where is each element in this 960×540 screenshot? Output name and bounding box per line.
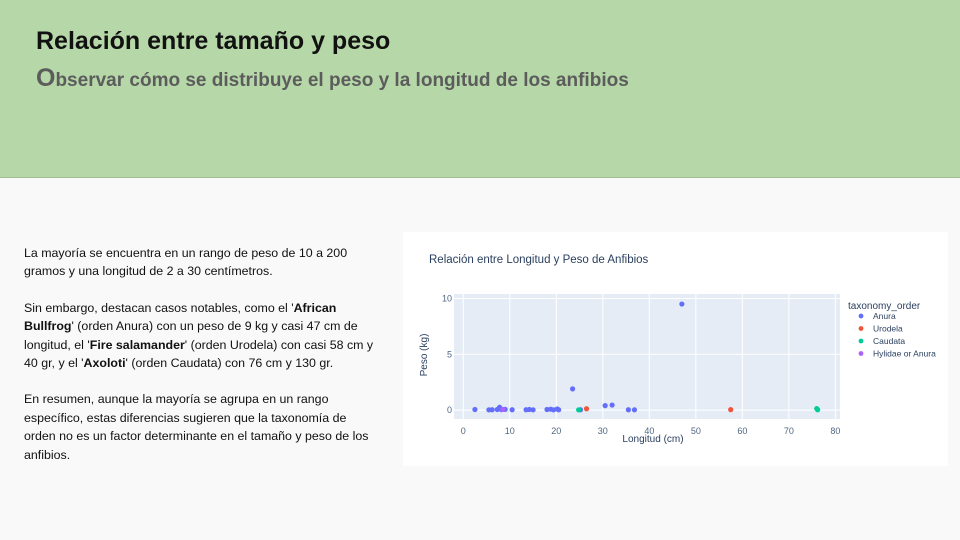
x-tick-label: 20	[551, 426, 561, 436]
plot-area	[454, 294, 840, 419]
point-anura	[625, 407, 631, 413]
point-urodela	[583, 406, 590, 412]
y-tick-label: 0	[447, 405, 452, 415]
y-tick-labels: 0 5 10	[442, 293, 452, 415]
subtitle-text: bservar cómo se distribuye el peso y la …	[55, 70, 629, 91]
p2-text-g: ' (orden Caudata) con 76 cm y 130 gr.	[125, 356, 334, 371]
legend: taxonomy_order AnuraUrodelaCaudataHylida…	[848, 301, 936, 359]
y-tick-label: 10	[442, 293, 452, 303]
point-urodela	[728, 407, 734, 413]
point-anura	[509, 407, 515, 413]
x-tick-label: 80	[830, 426, 840, 436]
x-axis-label: Longitud (cm)	[622, 434, 683, 445]
body-text: La mayoría se encuentra en un rango de p…	[24, 244, 376, 482]
slide: Relación entre tamaño y peso Observar có…	[0, 0, 960, 540]
paragraph-1: La mayoría se encuentra en un rango de p…	[24, 246, 348, 279]
legend-label-caudata: Caudata	[873, 336, 905, 346]
point-anura	[569, 386, 576, 392]
x-tick-label: 0	[461, 426, 466, 436]
legend-marker-caudata	[858, 338, 864, 344]
p2-bold-axoloti: Axoloti	[83, 356, 126, 371]
y-tick-label: 5	[447, 349, 452, 359]
x-tick-label: 50	[691, 426, 701, 436]
page-subtitle: Observar cómo se distribuye el peso y la…	[36, 64, 629, 93]
legend-label-anura: Anura	[873, 311, 896, 321]
point-anura	[631, 407, 638, 413]
p2-bold-salamander: Fire salamander	[89, 337, 185, 352]
legend-label-urodela: Urodela	[873, 324, 903, 334]
point-caudata	[576, 407, 582, 413]
scatter-chart: Relación entre Longitud y Peso de Anfibi…	[419, 254, 936, 445]
point-anura	[556, 407, 562, 413]
point-anura	[609, 402, 615, 408]
legend-marker-anura	[858, 313, 864, 319]
x-tick-label: 70	[784, 426, 794, 436]
legend-marker-urodela	[858, 326, 864, 331]
x-tick-label: 10	[505, 426, 515, 436]
chart-container: Relación entre Longitud y Peso de Anfibi…	[403, 232, 948, 466]
x-tick-label: 60	[737, 426, 747, 436]
point-anura	[489, 407, 495, 413]
header-band: Relación entre tamaño y peso Observar có…	[0, 0, 960, 178]
point-caudata	[815, 407, 821, 413]
paragraph-2: Sin embargo, destacan casos notables, co…	[24, 299, 376, 373]
point-anura	[530, 407, 536, 413]
x-tick-label: 30	[598, 426, 608, 436]
p2-text-a: Sin embargo, destacan casos notables, co…	[24, 300, 294, 315]
point-anura	[679, 301, 685, 307]
page-title: Relación entre tamaño y peso	[36, 27, 391, 55]
point-hylidae-or-anura	[500, 406, 506, 413]
y-axis-label: Peso (kg)	[419, 334, 430, 377]
paragraph-3: En resumen, aunque la mayoría se agrupa …	[24, 392, 369, 462]
point-anura	[602, 403, 608, 409]
subtitle-initial: O	[36, 64, 56, 92]
legend-marker-hylidae-or-anura	[858, 351, 864, 356]
point-anura	[472, 406, 478, 413]
chart-title: Relación entre Longitud y Peso de Anfibi…	[429, 254, 649, 266]
legend-label-hylidae-or-anura: Hylidae or Anura	[873, 349, 936, 359]
